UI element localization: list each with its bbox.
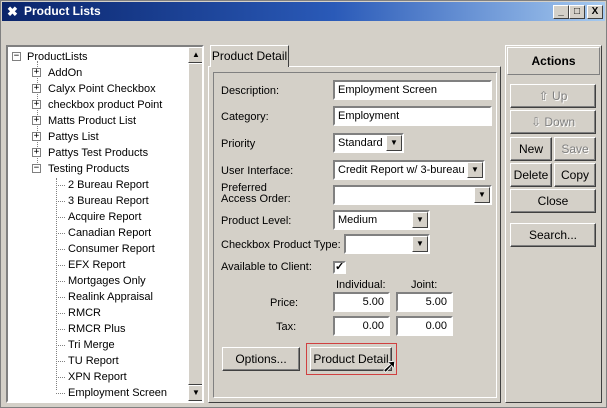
dropdown-arrow-icon[interactable]: ▼ — [386, 135, 402, 151]
save-button[interactable]: Save — [554, 137, 596, 161]
new-button[interactable]: New — [510, 137, 552, 161]
checkbox-product-type-label: Checkbox Product Type: — [221, 239, 341, 251]
individual-header: Individual: — [336, 279, 386, 291]
expand-icon[interactable]: + — [32, 68, 41, 77]
collapse-icon[interactable]: − — [12, 52, 21, 61]
tax-individual-input[interactable]: 0.00 — [333, 316, 390, 336]
price-joint-input[interactable]: 5.00 — [396, 292, 453, 312]
expand-icon[interactable]: + — [32, 132, 41, 141]
window-title: Product Lists — [24, 4, 101, 18]
product-level-value: Medium — [338, 214, 378, 226]
joint-header: Joint: — [411, 279, 438, 291]
access-order-label: Access Order: — [221, 193, 291, 205]
tree-content: − ProductLists + AddOn + Calyx Point Che… — [12, 51, 168, 399]
title-bar[interactable]: ✖ Product Lists _ □ X — [2, 2, 605, 21]
priority-select[interactable]: Standard ▼ — [333, 133, 404, 153]
category-label: Category: — [221, 111, 269, 123]
user-interface-value: Credit Report w/ 3-bureau T — [338, 164, 475, 176]
scroll-down-arrow-icon[interactable]: ▼ — [188, 385, 202, 401]
tree-node-label: Pattys Test Products — [48, 147, 149, 159]
scroll-thumb[interactable] — [188, 63, 202, 385]
tree-node-label: Testing Products — [48, 163, 130, 175]
product-tree[interactable]: − ProductLists + AddOn + Calyx Point Che… — [6, 45, 204, 403]
tree-scrollbar[interactable]: ▲ ▼ — [188, 47, 202, 401]
tab-product-detail[interactable]: Product Detail — [210, 45, 289, 67]
maximize-button[interactable]: □ — [569, 5, 585, 19]
description-input[interactable]: Employment Screen — [333, 80, 492, 100]
delete-button[interactable]: Delete — [510, 163, 552, 187]
tree-node-label: Matts Product List — [48, 115, 137, 127]
dropdown-arrow-icon[interactable]: ▼ — [412, 212, 428, 228]
tree-node-label: ProductLists — [27, 51, 88, 63]
tree-node-label: AddOn — [48, 67, 83, 79]
arrow-up-icon: ⇧ — [538, 89, 549, 103]
dropdown-arrow-icon[interactable]: ▼ — [467, 162, 483, 178]
priority-value: Standard — [338, 137, 383, 149]
priority-label: Priority — [221, 138, 256, 150]
options-button[interactable]: Options... — [222, 347, 300, 371]
product-detail-button[interactable]: Product Detail — [310, 347, 392, 371]
collapse-icon[interactable]: − — [32, 164, 41, 173]
app-icon: ✖ — [7, 4, 18, 19]
expand-icon[interactable]: + — [32, 148, 41, 157]
minimize-button[interactable]: _ — [553, 5, 569, 19]
price-individual-input[interactable]: 5.00 — [333, 292, 390, 312]
search-button[interactable]: Search... — [510, 223, 596, 247]
expand-icon[interactable]: + — [32, 100, 41, 109]
tree-guide-children — [56, 178, 57, 390]
user-interface-select[interactable]: Credit Report w/ 3-bureau T ▼ — [333, 160, 485, 180]
tree-node-label: Pattys List — [48, 131, 99, 143]
user-interface-label: User Interface: — [221, 165, 294, 177]
arrow-down-icon: ⇩ — [530, 115, 542, 129]
expand-icon[interactable]: + — [32, 116, 41, 125]
toolbar-area — [2, 22, 605, 43]
checkbox-product-type-select[interactable]: ▼ — [344, 234, 430, 254]
up-button[interactable]: ⇧ Up — [510, 84, 596, 108]
tree-node-label: Calyx Point Checkbox — [48, 83, 156, 95]
available-to-client-label: Available to Client: — [221, 261, 312, 273]
category-input[interactable]: Employment — [333, 106, 492, 126]
close-button[interactable]: Close — [510, 189, 596, 213]
mouse-pointer-icon: ➚ — [382, 356, 398, 376]
dropdown-arrow-icon[interactable]: ▼ — [412, 236, 428, 252]
scroll-up-arrow-icon[interactable]: ▲ — [188, 47, 202, 63]
preferred-access-order-select[interactable]: ▼ — [333, 185, 492, 205]
actions-header: Actions — [507, 47, 600, 75]
down-button[interactable]: ⇩ Down — [510, 110, 596, 134]
product-level-select[interactable]: Medium ▼ — [333, 210, 430, 230]
tree-node-label: checkbox product Point — [48, 99, 163, 111]
copy-button[interactable]: Copy — [554, 163, 596, 187]
expand-icon[interactable]: + — [32, 84, 41, 93]
dropdown-arrow-icon[interactable]: ▼ — [474, 187, 490, 203]
product-level-label: Product Level: — [221, 215, 292, 227]
price-label: Price: — [270, 297, 299, 309]
tax-label: Tax: — [276, 321, 297, 333]
available-to-client-checkbox[interactable]: ✓ — [333, 261, 346, 274]
description-label: Description: — [221, 85, 280, 97]
close-window-button[interactable]: X — [587, 5, 603, 19]
tax-joint-input[interactable]: 0.00 — [396, 316, 453, 336]
